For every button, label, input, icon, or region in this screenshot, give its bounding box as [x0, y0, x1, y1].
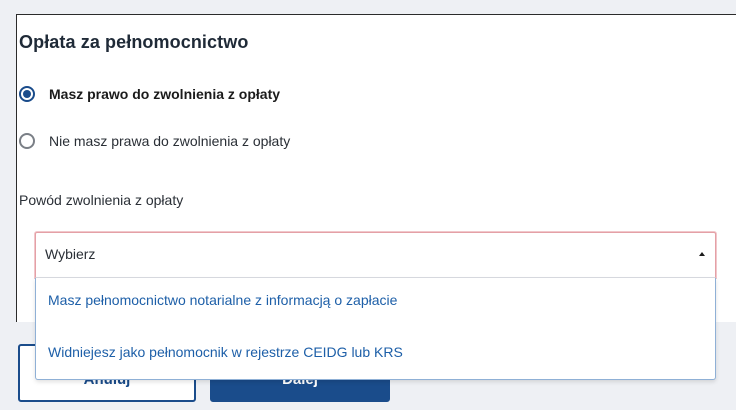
- radio-label-not-exempt: Nie masz prawa do zwolnienia z opłaty: [49, 133, 291, 149]
- radio-option-not-exempt[interactable]: Nie masz prawa do zwolnienia z opłaty: [19, 133, 290, 149]
- radio-label-exempt: Masz prawo do zwolnienia z opłaty: [49, 86, 281, 102]
- section-title: Opłata za pełnomocnictwo: [19, 32, 249, 52]
- dropdown-option-notarial[interactable]: Masz pełnomocnictwo notarialne z informa…: [48, 292, 397, 308]
- dropdown-option-registry[interactable]: Widniejesz jako pełnomocnik w rejestrze …: [48, 344, 403, 360]
- radio-checked-icon[interactable]: [19, 86, 35, 102]
- exemption-reason-dropdown: Masz pełnomocnictwo notarialne z informa…: [35, 278, 716, 380]
- exemption-reason-select[interactable]: Wybierz: [35, 232, 716, 278]
- radio-option-exempt[interactable]: Masz prawo do zwolnienia z opłaty: [19, 86, 280, 102]
- exemption-reason-label: Powód zwolnienia z opłaty: [19, 192, 184, 208]
- caret-up-icon: [699, 252, 705, 256]
- select-value: Wybierz: [45, 246, 96, 262]
- radio-unchecked-icon[interactable]: [19, 133, 35, 149]
